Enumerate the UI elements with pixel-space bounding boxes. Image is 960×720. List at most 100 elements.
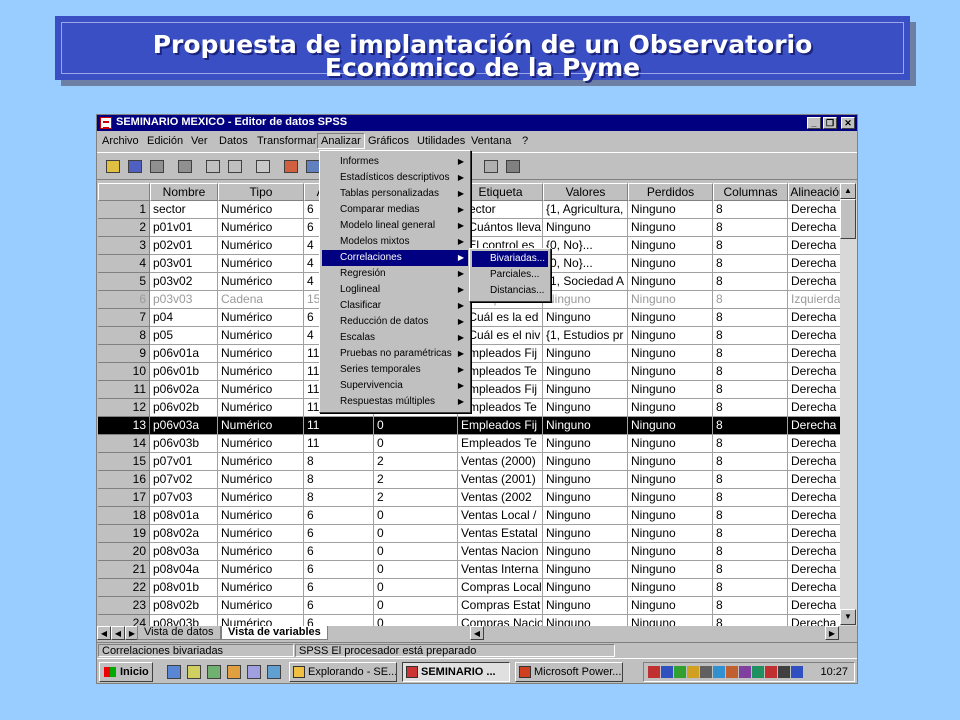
table-cell[interactable]: Ventas (2002 (458, 489, 543, 507)
table-cell[interactable]: Ninguno (628, 399, 713, 417)
table-cell[interactable]: 8 (713, 597, 788, 615)
use-sets-icon[interactable] (503, 157, 523, 176)
table-row[interactable]: 23 p08v02b Numérico 6 0 Compras Estat Ninguno N… (98, 597, 840, 615)
table-cell[interactable]: Derecha (788, 417, 840, 435)
hscroll-right-icon[interactable]: ▶ (825, 626, 839, 640)
table-cell[interactable]: Ninguno (543, 345, 628, 363)
menu-archivo[interactable]: Archivo (102, 135, 139, 147)
table-row[interactable]: 19 p08v02a Numérico 6 0 Ventas Estatal Ninguno… (98, 525, 840, 543)
table-cell[interactable]: 8 (713, 543, 788, 561)
table-cell[interactable]: 8 (713, 507, 788, 525)
menu-analizar[interactable]: Analizar (317, 133, 365, 149)
table-row[interactable]: 15 p07v01 Numérico 8 2 Ventas (2000) Ninguno Ni… (98, 453, 840, 471)
menu-item-clasificar[interactable]: Clasificar ▶ (322, 298, 468, 314)
column-header-1[interactable]: Tipo (218, 183, 304, 201)
menu-item-loglineal[interactable]: Loglineal ▶ (322, 282, 468, 298)
tab-variable-view[interactable]: Vista de variables (221, 626, 328, 640)
tray-icon[interactable] (726, 666, 738, 678)
table-cell[interactable]: Ventas Estatal (458, 525, 543, 543)
table-cell[interactable]: Numérico (218, 363, 304, 381)
table-cell[interactable]: Ninguno (543, 453, 628, 471)
table-cell[interactable]: p06v01b (150, 363, 218, 381)
task-explorando[interactable]: Explorando - SE... (289, 662, 397, 682)
table-cell[interactable]: 0 (374, 561, 458, 579)
table-cell[interactable]: Ninguno (628, 543, 713, 561)
table-cell[interactable]: p02v01 (150, 237, 218, 255)
menu-item-supervivencia[interactable]: Supervivencia ▶ (322, 378, 468, 394)
table-cell[interactable]: Numérico (218, 525, 304, 543)
table-cell[interactable]: Derecha (788, 363, 840, 381)
table-cell[interactable]: p05 (150, 327, 218, 345)
tray-icon[interactable] (648, 666, 660, 678)
table-cell[interactable]: 11 (304, 435, 374, 453)
table-cell[interactable]: Ninguno (543, 417, 628, 435)
menu-edicin[interactable]: Edición (147, 135, 183, 147)
table-cell[interactable]: Ninguno (628, 597, 713, 615)
table-row[interactable]: 16 p07v02 Numérico 8 2 Ventas (2001) Ninguno Ni… (98, 471, 840, 489)
tab-nav-prev-icon[interactable]: ◀ (111, 626, 125, 640)
table-cell[interactable]: Derecha (788, 399, 840, 417)
tray-icon[interactable] (700, 666, 712, 678)
table-row[interactable]: 14 p06v03b Numérico 11 0 Empleados Te Ninguno N… (98, 435, 840, 453)
table-cell[interactable]: 8 (713, 237, 788, 255)
table-cell[interactable]: 0 (374, 597, 458, 615)
submenu-item-parciales[interactable]: Parciales... (472, 267, 548, 283)
print-icon[interactable] (147, 157, 167, 176)
table-cell[interactable]: Empleados Fij (458, 417, 543, 435)
table-cell[interactable]: Ninguno (543, 507, 628, 525)
table-cell[interactable]: Ninguno (628, 417, 713, 435)
table-cell[interactable]: 8 (713, 453, 788, 471)
table-cell[interactable]: Numérico (218, 273, 304, 291)
dialog-recall-icon[interactable] (175, 157, 195, 176)
table-cell[interactable]: Ventas Nacion (458, 543, 543, 561)
table-cell[interactable]: Ninguno (628, 453, 713, 471)
table-cell[interactable]: 6 (304, 597, 374, 615)
scroll-up-icon[interactable]: ▲ (840, 183, 856, 199)
table-cell[interactable]: Derecha (788, 219, 840, 237)
table-cell[interactable]: Ninguno (628, 561, 713, 579)
table-row[interactable]: 22 p08v01b Numérico 6 0 Compras Local Ninguno N… (98, 579, 840, 597)
table-cell[interactable]: 8 (713, 615, 788, 626)
table-cell[interactable]: 0 (374, 615, 458, 626)
table-cell[interactable]: p08v02b (150, 597, 218, 615)
column-header-0[interactable]: Nombre (150, 183, 218, 201)
task-powerpoint[interactable]: Microsoft Power... (515, 662, 623, 682)
menu-ventana[interactable]: Ventana (471, 135, 511, 147)
table-cell[interactable]: Numérico (218, 489, 304, 507)
table-cell[interactable]: 8 (713, 345, 788, 363)
table-cell[interactable]: 8 (713, 471, 788, 489)
table-cell[interactable]: Derecha (788, 237, 840, 255)
menu-item-correlaciones[interactable]: Correlaciones ▶ (322, 250, 468, 266)
table-cell[interactable]: p03v03 (150, 291, 218, 309)
table-cell[interactable]: 8 (713, 381, 788, 399)
menu-datos[interactable]: Datos (219, 135, 248, 147)
table-row[interactable]: 20 p08v03a Numérico 6 0 Ventas Nacion Ninguno N… (98, 543, 840, 561)
goto-case-icon[interactable] (281, 157, 301, 176)
table-cell[interactable]: Derecha (788, 525, 840, 543)
menu-item-estadísticos-descriptivos[interactable]: Estadísticos descriptivos ▶ (322, 170, 468, 186)
save-icon[interactable] (125, 157, 145, 176)
table-cell[interactable]: {0, No}... (543, 255, 628, 273)
menu-grficos[interactable]: Gráficos (368, 135, 409, 147)
table-cell[interactable]: 8 (713, 525, 788, 543)
table-cell[interactable]: Numérico (218, 345, 304, 363)
ie-icon[interactable] (167, 665, 181, 679)
table-cell[interactable]: Ninguno (543, 435, 628, 453)
submenu-item-bivariadas[interactable]: Bivariadas... (472, 251, 548, 267)
table-cell[interactable]: Ninguno (628, 255, 713, 273)
table-cell[interactable]: 8 (713, 561, 788, 579)
table-cell[interactable]: Ninguno (628, 525, 713, 543)
table-cell[interactable]: 2 (374, 489, 458, 507)
redo-icon[interactable] (225, 157, 245, 176)
table-cell[interactable]: 8 (713, 579, 788, 597)
tray-icon[interactable] (713, 666, 725, 678)
table-cell[interactable]: Ninguno (628, 219, 713, 237)
tray-icon[interactable] (687, 666, 699, 678)
table-cell[interactable]: Derecha (788, 561, 840, 579)
table-cell[interactable]: p08v02a (150, 525, 218, 543)
table-cell[interactable]: Ninguno (628, 507, 713, 525)
table-cell[interactable]: Ninguno (628, 363, 713, 381)
table-cell[interactable]: Izquierda (788, 291, 840, 309)
table-cell[interactable]: Ninguno (628, 327, 713, 345)
table-cell[interactable]: 0 (374, 435, 458, 453)
